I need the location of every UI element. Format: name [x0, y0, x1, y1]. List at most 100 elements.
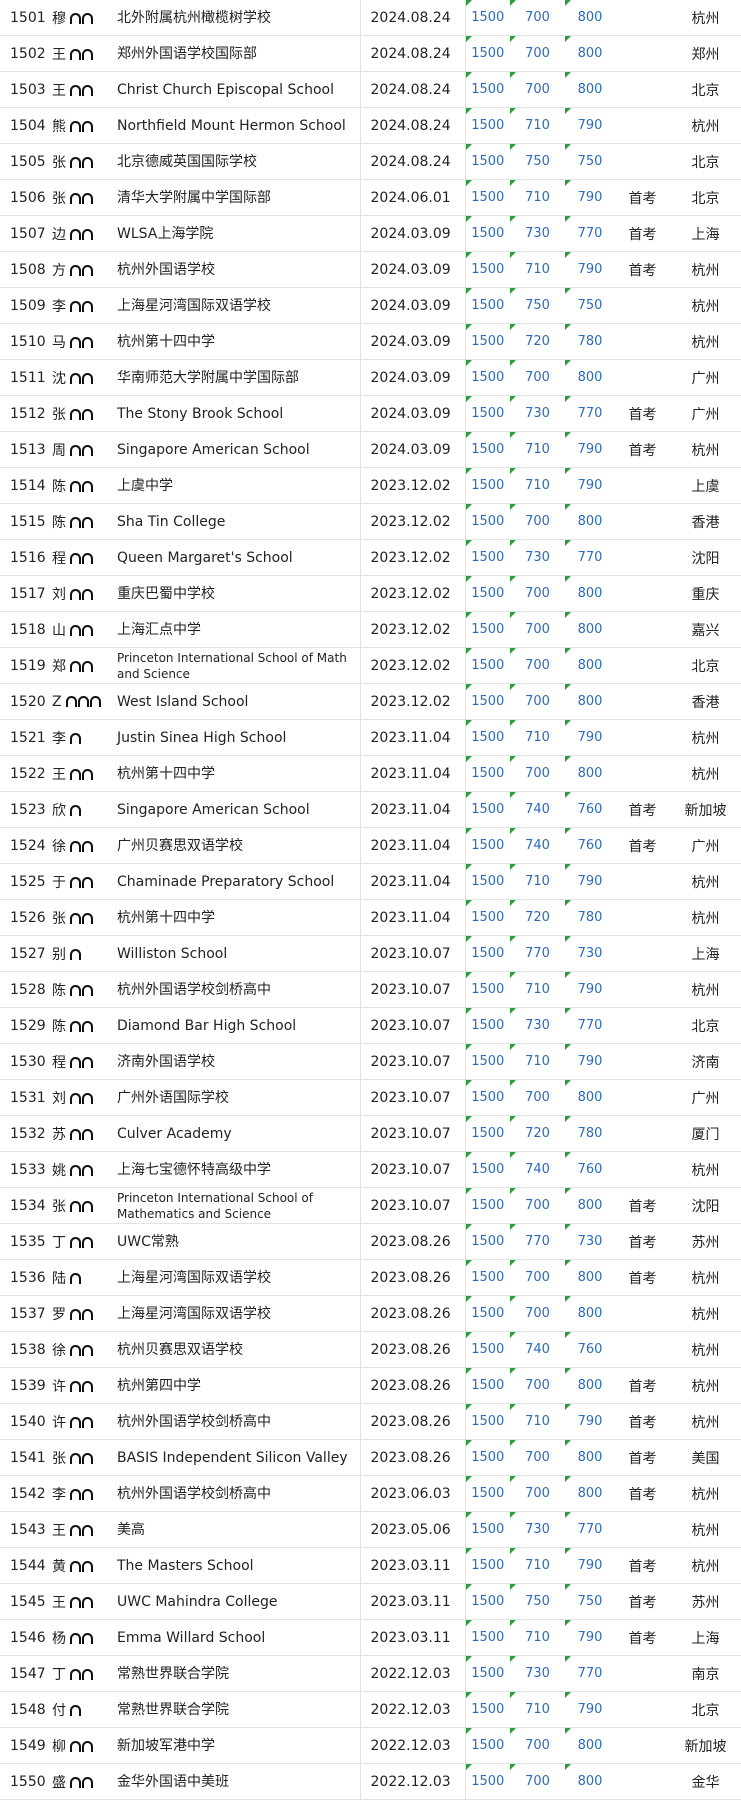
reading-writing-score: 710 — [510, 431, 565, 468]
surname: 李 — [52, 730, 66, 747]
surname: 刘 — [52, 586, 66, 603]
first-attempt-flag — [615, 647, 670, 684]
math-score-text: 790 — [577, 262, 603, 277]
total-score-text: 1500 — [471, 1738, 505, 1753]
reading-writing-score-text: 720 — [525, 910, 550, 925]
first-attempt-flag: 首考 — [615, 791, 670, 828]
table-row: 1506 张 清华大学附属中学国际部 2024.06.01 1500 710 790 首考 北京 — [0, 179, 741, 216]
table-row: 1549 柳 新加坡军港中学 2022.12.03 1500 700 800 新加坡 — [0, 1727, 741, 1764]
reading-writing-score-text: 700 — [525, 766, 550, 781]
school-name: Justin Sinea High School — [115, 719, 361, 756]
test-date-text: 2022.12.03 — [370, 1737, 451, 1754]
student-name: 王 — [50, 1583, 115, 1620]
row-number-text: 1529 — [10, 1017, 46, 1034]
total-score-text: 1500 — [471, 1558, 505, 1573]
reading-writing-score: 740 — [510, 827, 565, 864]
mask-arc-icon — [70, 1200, 81, 1212]
school-name: 杭州外国语学校剑桥高中 — [115, 971, 361, 1008]
school-name-text: Emma Willard School — [117, 1629, 266, 1646]
reading-writing-score-text: 720 — [525, 1126, 550, 1141]
math-score-text: 760 — [577, 1342, 603, 1357]
first-attempt-flag: 首考 — [615, 1547, 670, 1584]
test-date-text: 2023.10.07 — [370, 1161, 451, 1178]
total-score-text: 1500 — [471, 190, 505, 205]
school-name: 上海七宝德怀特高级中学 — [115, 1151, 361, 1188]
student-name: 许 — [50, 1367, 115, 1404]
row-number: 1525 — [0, 863, 50, 900]
first-attempt-flag — [615, 935, 670, 972]
first-attempt-flag — [615, 323, 670, 360]
total-score: 1500 — [465, 1583, 510, 1620]
reading-writing-score: 700 — [510, 71, 565, 108]
school-name-text: 杭州外国语学校 — [117, 261, 215, 278]
city-text: 北京 — [691, 1702, 720, 1719]
math-score: 800 — [565, 575, 615, 612]
test-date-text: 2023.12.02 — [370, 693, 451, 710]
reading-writing-score: 710 — [510, 1547, 565, 1584]
name-mask-icon — [70, 515, 94, 531]
row-number: 1546 — [0, 1619, 50, 1656]
surname: 于 — [52, 874, 66, 891]
math-score: 800 — [565, 1367, 615, 1404]
row-number-text: 1520 — [10, 693, 46, 710]
school-name-text: Singapore American School — [117, 801, 310, 818]
row-number-text: 1542 — [10, 1485, 46, 1502]
school-name-text: 上海星河湾国际双语学校 — [117, 297, 271, 314]
total-score: 1500 — [465, 1259, 510, 1296]
student-name: 王 — [50, 1511, 115, 1548]
city-text: 杭州 — [691, 298, 720, 315]
math-score-text: 800 — [577, 1270, 603, 1285]
total-score: 1500 — [465, 251, 510, 288]
test-date: 2024.03.09 — [360, 431, 466, 468]
first-attempt-flag — [615, 1295, 670, 1332]
mask-arc-icon — [82, 372, 93, 384]
row-number: 1522 — [0, 755, 50, 792]
row-number: 1508 — [0, 251, 50, 288]
math-score: 770 — [565, 1655, 615, 1692]
math-score: 790 — [565, 1619, 615, 1656]
first-attempt-flag-text: 首考 — [628, 1270, 657, 1287]
math-score-text: 800 — [577, 1378, 603, 1393]
total-score-text: 1500 — [471, 1090, 505, 1105]
mask-arc-icon — [70, 768, 81, 780]
total-score: 1500 — [465, 1295, 510, 1332]
table-row: 1522 王 杭州第十四中学 2023.11.04 1500 700 800 杭州 — [0, 755, 741, 792]
school-name: Northfield Mount Hermon School — [115, 107, 361, 144]
total-score-text: 1500 — [471, 802, 505, 817]
math-score: 760 — [565, 791, 615, 828]
city: 香港 — [670, 683, 741, 720]
math-score: 800 — [565, 755, 615, 792]
first-attempt-flag — [615, 899, 670, 936]
mask-arc-icon — [70, 1416, 81, 1428]
test-date: 2023.05.06 — [360, 1511, 466, 1548]
first-attempt-flag — [615, 611, 670, 648]
row-number-text: 1510 — [10, 333, 46, 350]
city: 杭州 — [670, 1331, 741, 1368]
student-name: 郑 — [50, 647, 115, 684]
mask-arc-icon — [70, 300, 81, 312]
surname: 李 — [52, 298, 66, 315]
school-name: 常熟世界联合学院 — [115, 1691, 361, 1728]
math-score-text: 760 — [577, 802, 603, 817]
city: 杭州 — [670, 1259, 741, 1296]
row-number: 1538 — [0, 1331, 50, 1368]
total-score: 1500 — [465, 1691, 510, 1728]
city-text: 上海 — [691, 946, 720, 963]
surname: 程 — [52, 1054, 66, 1071]
row-number: 1543 — [0, 1511, 50, 1548]
first-attempt-flag-text: 首考 — [628, 1414, 657, 1431]
reading-writing-score-text: 700 — [525, 82, 550, 97]
table-row: 1528 陈 杭州外国语学校剑桥高中 2023.10.07 1500 710 790 杭州 — [0, 971, 741, 1008]
name-mask-icon — [70, 1163, 94, 1179]
total-score: 1500 — [465, 899, 510, 936]
math-score-text: 770 — [577, 406, 603, 421]
table-row: 1508 方 杭州外国语学校 2024.03.09 1500 710 790 首考 杭州 — [0, 251, 741, 288]
math-score: 800 — [565, 611, 615, 648]
row-number-text: 1502 — [10, 45, 46, 62]
math-score: 750 — [565, 143, 615, 180]
school-name: 杭州贝赛思双语学校 — [115, 1331, 361, 1368]
math-score: 750 — [565, 1583, 615, 1620]
school-name-text: Princeton International School of Mathem… — [117, 1190, 313, 1221]
first-attempt-flag: 首考 — [615, 827, 670, 864]
school-name-text: 常熟世界联合学院 — [117, 1701, 229, 1718]
